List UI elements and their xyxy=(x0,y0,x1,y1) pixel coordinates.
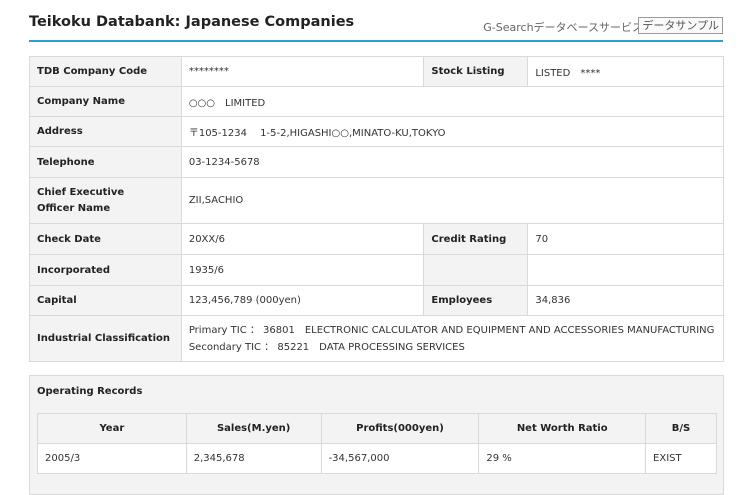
table-row: 2005/3 2,345,678 -34,567,000 29 % EXIST xyxy=(37,443,717,474)
company-name-label: Company Name xyxy=(29,86,182,117)
telephone-value: 03-1234-5678 xyxy=(180,146,725,178)
capital-label: Capital xyxy=(29,285,182,316)
operating-records-table: Year Sales(M.yen) Profits(000yen) Net Wo… xyxy=(37,413,717,474)
cell-year: 2005/3 xyxy=(37,443,187,474)
credit-rating-value: 70 xyxy=(527,223,724,255)
address-label: Address xyxy=(29,116,182,147)
tdb-code-label: TDB Company Code xyxy=(29,56,182,87)
service-name: G-Searchデータベースサービス xyxy=(483,21,643,34)
page-title: Teikoku Databank: Japanese Companies xyxy=(29,14,355,30)
incorporated-value: 1935/6 xyxy=(180,254,425,286)
empty-value-cell xyxy=(527,254,724,286)
operating-records-title: Operating Records xyxy=(37,386,143,397)
ceo-label-line2: Officer Name xyxy=(37,202,111,214)
page-header: Teikoku Databank: Japanese Companies G-S… xyxy=(29,0,723,42)
col-header-sales: Sales(M.yen) xyxy=(185,413,322,444)
employees-value: 34,836 xyxy=(527,285,724,316)
address-value: 〒105-1234 1-5-2,HIGASHI○○,MINATO-KU,TOKY… xyxy=(180,116,725,147)
company-info-table: TDB Company Code ******** Stock Listing … xyxy=(29,56,725,362)
employees-label: Employees xyxy=(423,285,529,316)
capital-value: 123,456,789 (000yen) xyxy=(180,285,425,316)
industry-label: Industrial Classification xyxy=(29,315,182,362)
incorporated-label: Incorporated xyxy=(29,254,182,286)
check-date-label: Check Date xyxy=(29,223,182,255)
telephone-label: Telephone xyxy=(29,146,182,178)
cell-profits: -34,567,000 xyxy=(320,443,480,474)
col-header-year: Year xyxy=(37,413,187,444)
stock-listing-value: LISTED **** xyxy=(527,56,724,87)
ceo-label-line1: Chief Executive xyxy=(37,186,125,198)
cell-sales: 2,345,678 xyxy=(185,443,322,474)
cell-net-worth-ratio: 29 % xyxy=(478,443,647,474)
check-date-value: 20XX/6 xyxy=(180,223,425,255)
ceo-label: Chief Executive Officer Name xyxy=(29,177,182,224)
stock-listing-label: Stock Listing xyxy=(423,56,529,87)
data-sample-button[interactable]: データサンプル xyxy=(638,17,723,34)
credit-rating-label: Credit Rating xyxy=(423,223,529,255)
empty-label-cell xyxy=(423,254,529,286)
cell-bs: EXIST xyxy=(645,443,717,474)
ceo-value: ZII,SACHIO xyxy=(180,177,725,224)
operating-records-section: Operating Records Year Sales(M.yen) Prof… xyxy=(29,375,724,495)
tdb-code-value: ******** xyxy=(180,56,425,87)
company-name-value: ○○○ LIMITED xyxy=(180,86,725,117)
col-header-profits: Profits(000yen) xyxy=(320,413,480,444)
col-header-net-worth-ratio: Net Worth Ratio xyxy=(478,413,647,444)
industry-primary: Primary TIC ： 36801 ELECTRONIC CALCULATO… xyxy=(188,324,715,336)
col-header-bs: B/S xyxy=(645,413,717,444)
industry-value: Primary TIC ： 36801 ELECTRONIC CALCULATO… xyxy=(180,315,725,362)
industry-secondary: Secondary TIC ： 85221 DATA PROCESSING SE… xyxy=(188,341,465,353)
